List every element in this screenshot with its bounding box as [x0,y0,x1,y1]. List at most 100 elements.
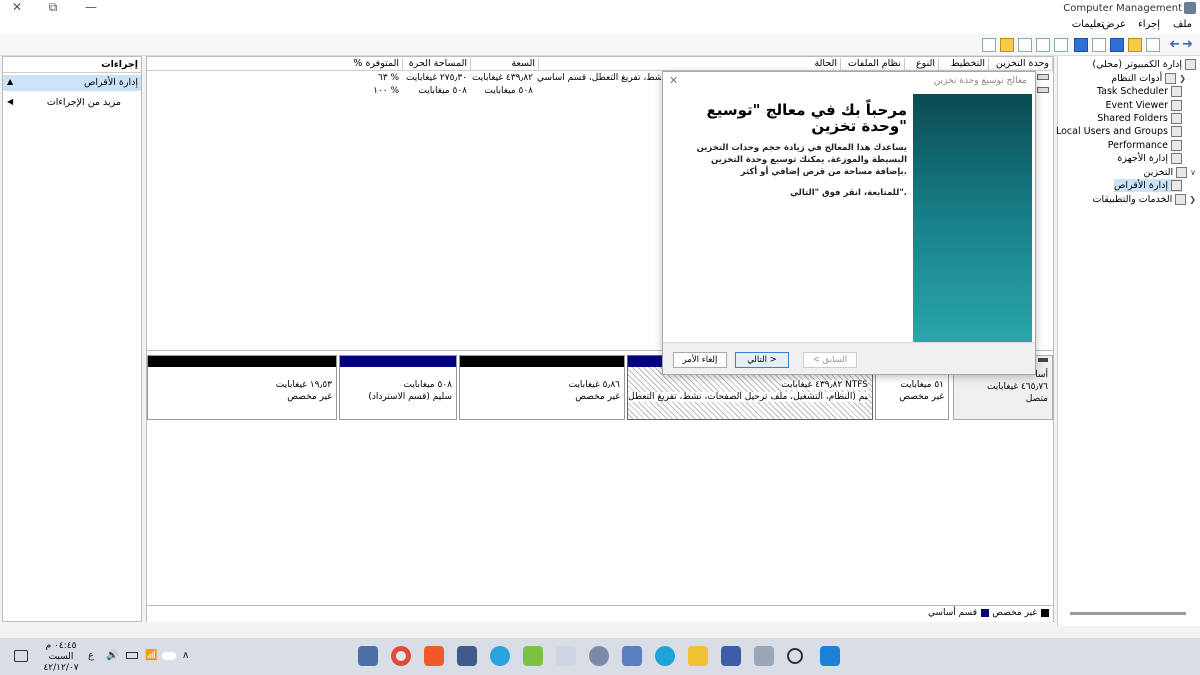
tree-item-system-tools[interactable]: أدوات النظام ❯ [1111,72,1186,85]
tree-item-storage[interactable]: التخزين ∨ [1143,166,1196,179]
search-icon[interactable] [787,648,803,664]
col-volume[interactable]: وحدة التخزين [989,58,1053,70]
col-type[interactable]: النوع [905,58,939,70]
check-icon[interactable] [1018,38,1032,52]
tree-item-label: Event Viewer [1105,100,1168,111]
cancel-button[interactable]: إلغاء الأمر [673,352,727,368]
store-icon[interactable] [622,646,642,666]
actions-header: إجراءات [3,57,141,73]
next-button[interactable]: التالي > [735,352,789,368]
battery-icon[interactable] [126,652,138,659]
forward-arrow-icon[interactable]: ➜ [1166,37,1180,52]
chrome-icon[interactable] [391,646,411,666]
partition-unallocated-3[interactable]: ١٩٫٥٣ غيغابايت غير مخصص [147,355,337,420]
back-arrow-icon[interactable]: ➜ [1182,38,1196,52]
tree-item-label: إدارة الكمبيوتر (محلي) [1092,59,1182,70]
partition-desc: غير مخصص [287,392,332,402]
cloud-icon[interactable] [162,652,176,660]
tree-item-local-users[interactable]: Local Users and Groups [1056,125,1182,138]
notification-icon[interactable] [14,650,28,662]
wifi-icon[interactable]: 📶 [145,650,157,661]
collapse-icon[interactable]: ▲ [7,77,13,86]
close-icon[interactable]: ✕ [2,0,32,16]
tree-item-disk-management[interactable]: إدارة الأقراص [1113,179,1182,192]
tree-item-shared-folders[interactable]: Shared Folders [1097,112,1182,125]
settings-icon[interactable] [982,38,996,52]
back-button[interactable]: < السابق [803,352,857,368]
volume-icon[interactable]: 🔊 [106,650,118,661]
col-free-space[interactable]: المساحة الحرة [403,58,471,70]
col-capacity[interactable]: السعة [471,58,539,70]
language-indicator[interactable]: ع [88,650,94,661]
partition-recovery[interactable]: ٥٠٨ ميغابايت سليم (قسم الاسترداد) [339,355,457,420]
chevron-icon[interactable]: ❯ [1179,74,1186,83]
legend: غير مخصص قسم أساسي [147,605,1053,619]
notes-icon[interactable] [721,646,741,666]
help-icon[interactable] [1092,38,1106,52]
col-status[interactable]: الحالة [539,58,841,70]
computer-management-icon [1185,59,1196,70]
partition-size: ٥٫٨٦ غيغابايت [568,380,620,390]
chevron-down-icon[interactable]: ∨ [1190,168,1196,177]
wizard-side-graphic [913,94,1032,342]
menu-action[interactable]: إجراء [1138,19,1160,30]
show-hide-tree-icon[interactable] [1128,38,1142,52]
col-filesystem[interactable]: نظام الملفات [841,58,905,70]
refresh-icon[interactable] [1054,38,1068,52]
volume-icon [1037,87,1049,93]
menu-bar: ملف إجراء عرض تعليمات [0,16,1200,34]
bluestacks-icon[interactable] [523,646,543,666]
close-icon[interactable]: ✕ [669,74,678,87]
tree-item-label: Task Scheduler [1096,86,1168,97]
users-icon [1171,126,1182,137]
legend-unallocated-swatch [1041,609,1049,617]
partition-desc: غير مخصص [899,392,944,402]
tree-item-computer-management[interactable]: إدارة الكمبيوتر (محلي) [1092,58,1196,71]
device-manager-icon [1171,153,1182,164]
row-percent: ١٠٠ % [373,86,399,96]
pen-icon[interactable] [556,646,576,666]
search-icon[interactable] [1000,38,1014,52]
tree-item-performance[interactable]: Performance [1108,139,1182,152]
chevron-up-icon[interactable]: ∧ [182,650,189,661]
properties-icon[interactable] [1110,38,1124,52]
menu-help[interactable]: تعليمات [1072,19,1104,30]
clock-day: السبت [48,652,74,662]
col-layout[interactable]: التخطيط [939,58,989,70]
tree-item-event-viewer[interactable]: Event Viewer [1105,99,1182,112]
computer-management-taskbar-icon[interactable] [358,646,378,666]
partition-unallocated-2[interactable]: ٥٫٨٦ غيغابايت غير مخصص [459,355,625,420]
tree-item-device-manager[interactable]: إدارة الأجهزة [1117,152,1182,165]
restore-icon[interactable]: ⧉ [38,0,68,16]
menu-view[interactable]: عرض [1102,19,1126,30]
start-windows-icon[interactable] [820,646,840,666]
tray-clock[interactable]: ٠٤:٤٥ م السبت ٤٢/١٢/٠٧ [40,641,82,674]
menu-file[interactable]: ملف [1173,19,1192,30]
minimize-icon[interactable]: — [76,0,106,16]
brave-icon[interactable] [424,646,444,666]
col-percent-free[interactable]: % المتوفرة [347,58,403,70]
file-explorer-icon[interactable] [688,646,708,666]
horizontal-scrollbar[interactable] [1070,612,1186,615]
row-free: ٥٠٨ ميغابايت [418,86,467,96]
settings-gear-icon[interactable] [589,646,609,666]
actions-disk-management[interactable]: إدارة الأقراص ▲ [3,75,141,91]
clock-icon [1171,86,1182,97]
up-icon[interactable] [1146,38,1160,52]
export-icon[interactable] [1036,38,1050,52]
chevron-icon[interactable]: ❯ [1189,195,1196,204]
partition-size: ٥١ ميغابايت [900,380,944,390]
edge-icon[interactable] [655,646,675,666]
clock-date: ٤٢/١٢/٠٧ [43,663,79,673]
wizard-footer: < السابق التالي > إلغاء الأمر [663,342,1035,374]
telegram-icon[interactable] [490,646,510,666]
task-view-icon[interactable] [754,646,774,666]
tree-item-services[interactable]: الخدمات والتطبيقات ❯ [1093,193,1196,206]
actions-panel: إجراءات إدارة الأقراص ▲ مزيد من الإجراءا… [2,56,142,622]
edge-dev-icon[interactable] [457,646,477,666]
actions-more[interactable]: مزيد من الإجراءات ◀ [3,95,141,111]
partition-size: ٤٣٩٫٨٢ غيغابايت NTFS [781,380,868,390]
view-icon[interactable] [1074,38,1088,52]
legend-unallocated: غير مخصص [992,608,1037,618]
tree-item-task-scheduler[interactable]: Task Scheduler [1097,85,1182,98]
